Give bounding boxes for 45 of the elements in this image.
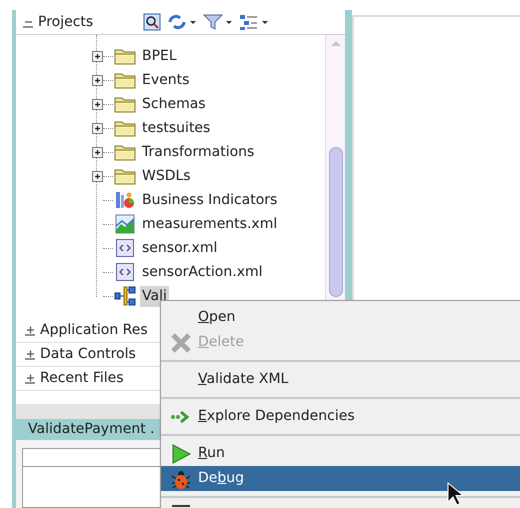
menu-item[interactable]: Validate XML <box>161 367 520 392</box>
folder-icon <box>114 167 136 186</box>
tree-item[interactable]: Events <box>140 70 192 91</box>
expand-icon[interactable] <box>92 146 103 158</box>
tree-item[interactable]: sensorAction.xml <box>140 262 265 283</box>
tree-item[interactable]: Vali <box>140 286 169 307</box>
panel-title[interactable]: Projects <box>38 12 94 33</box>
composite-icon <box>114 286 136 306</box>
chart-icon <box>115 190 135 210</box>
scroll-thumb[interactable] <box>328 147 342 298</box>
tree-item[interactable]: measurements.xml <box>140 214 280 235</box>
expand-icon[interactable] <box>92 50 103 62</box>
folder-icon <box>114 119 136 138</box>
folder-icon <box>114 143 136 162</box>
expand-icon[interactable] <box>24 324 36 336</box>
delete-icon <box>170 332 192 354</box>
expand-icon[interactable] <box>24 372 36 384</box>
folder-icon <box>114 47 136 66</box>
dependencies-icon <box>170 410 192 424</box>
mouse-pointer-icon <box>447 482 463 506</box>
tree-item[interactable]: Transformations <box>140 142 256 163</box>
expand-icon[interactable] <box>92 98 103 110</box>
menu-item[interactable]: Explore Dependencies <box>161 404 520 429</box>
xml-file-icon <box>115 262 135 282</box>
options-dropdown-icon[interactable] <box>239 13 270 32</box>
sync-dropdown-icon[interactable] <box>167 13 198 32</box>
expand-icon[interactable] <box>92 122 103 134</box>
tree-item[interactable]: Business Indicators <box>140 190 280 211</box>
expand-icon[interactable] <box>92 170 103 182</box>
expand-icon[interactable] <box>92 74 103 86</box>
search-icon[interactable] <box>143 13 162 32</box>
xml-file-icon <box>115 238 135 258</box>
menu-item[interactable]: Open <box>161 305 520 330</box>
folder-icon <box>114 95 136 114</box>
tree-item[interactable]: testsuites <box>140 118 212 139</box>
tree-item[interactable]: WSDLs <box>140 166 193 187</box>
expand-icon[interactable] <box>24 348 36 360</box>
menu-item[interactable]: Run <box>161 441 520 466</box>
menu-item[interactable]: Debug <box>161 466 520 491</box>
tree-item[interactable]: BPEL <box>140 46 179 67</box>
filter-dropdown-icon[interactable] <box>203 13 234 32</box>
folder-icon <box>114 71 136 90</box>
tree-item[interactable]: Schemas <box>140 94 208 115</box>
graph-icon <box>115 214 135 234</box>
tree-item[interactable]: sensor.xml <box>140 238 220 259</box>
